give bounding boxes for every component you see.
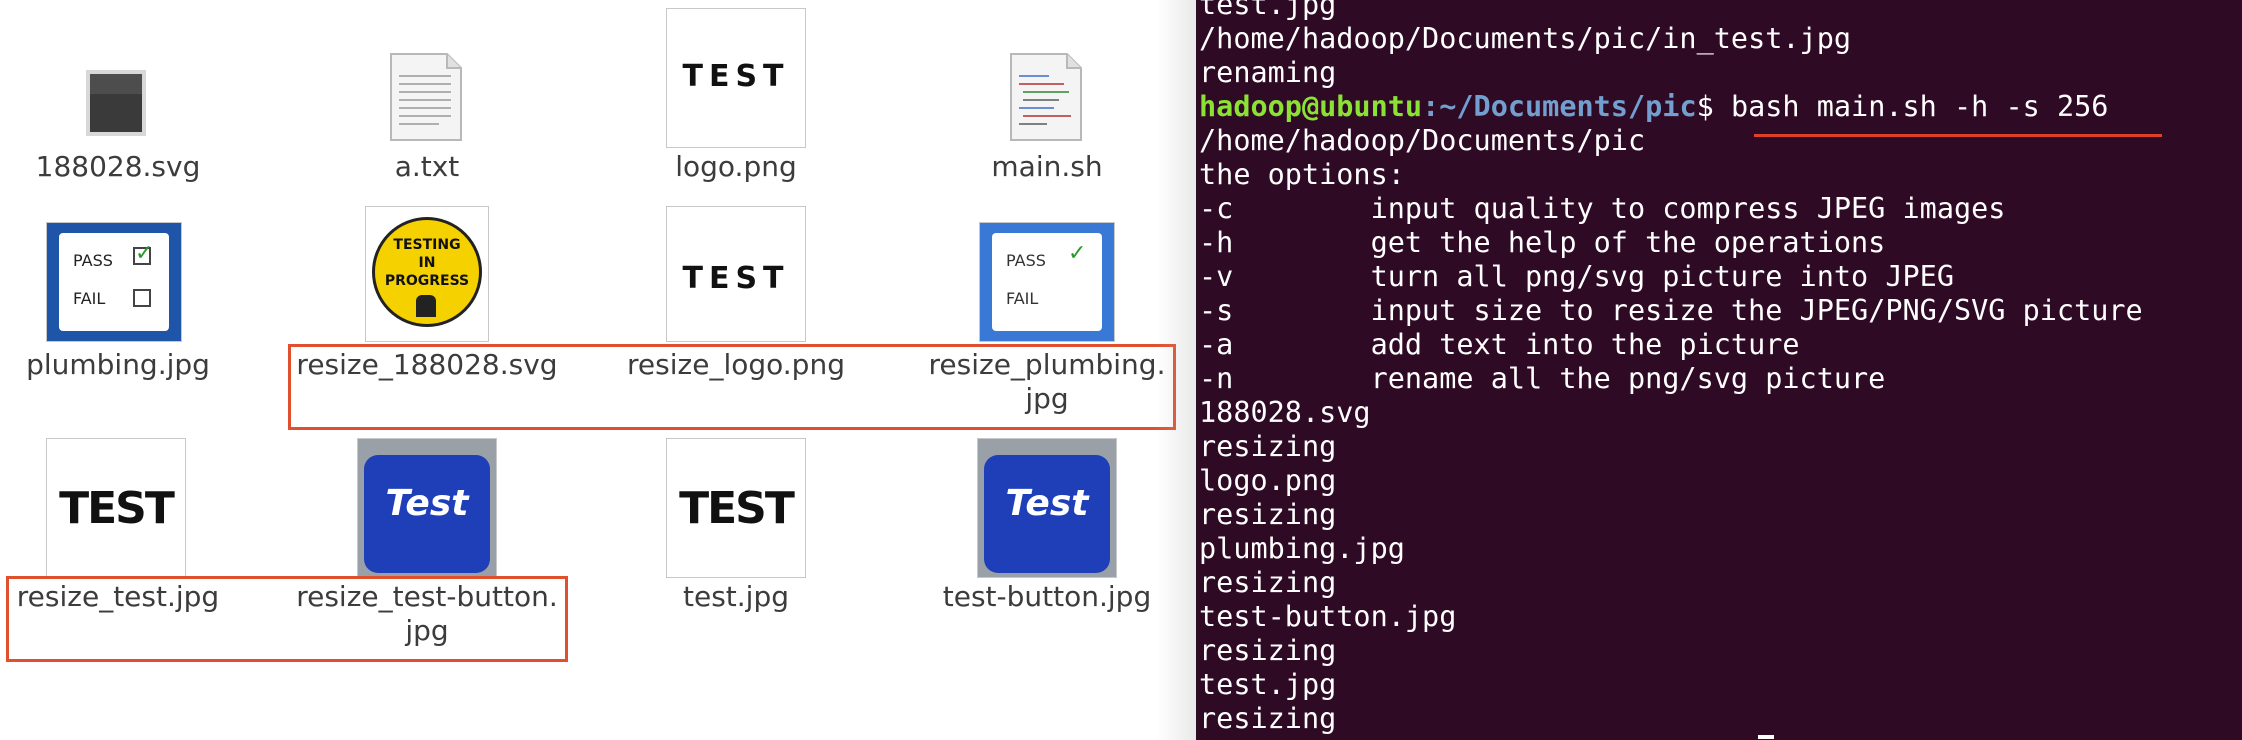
pass-fail-thumbnail-icon: PASS FAIL ✓	[46, 222, 182, 342]
test-text-thumbnail-icon: TEST	[46, 438, 186, 578]
test-logo-thumbnail-icon: TEST	[666, 206, 806, 342]
thumb-text: Test	[1005, 483, 1089, 524]
file-manager-icon-view: 188028.svg a.txt TEST logo.png main.sh P…	[0, 0, 1196, 740]
thumb-text: TEST	[682, 261, 790, 296]
terminal-line: test.jpg	[1199, 0, 1337, 21]
testing-in-progress-thumbnail-icon: TESTING IN PROGRESS	[365, 206, 489, 342]
terminal-line: resizing	[1199, 566, 1337, 599]
terminal-line: /home/hadoop/Documents/pic	[1199, 124, 1646, 157]
file-name: a.txt	[394, 150, 460, 183]
terminal-window[interactable]: test.jpg/home/hadoop/Documents/pic/in_te…	[1196, 0, 2242, 740]
monitor-thumbnail-icon	[84, 68, 148, 138]
highlight-box-resized-row	[288, 344, 1176, 430]
terminal-line: plumbing.jpg	[1199, 532, 1405, 565]
terminal-line: logo.png	[1199, 464, 1337, 497]
thumb-text: TEST	[679, 483, 795, 534]
file-name: logo.png	[675, 150, 797, 183]
terminal-line: -a add text into the picture	[1199, 328, 1800, 361]
terminal-line: -s input size to resize the JPEG/PNG/SVG…	[1199, 294, 2143, 327]
worker-icon	[416, 295, 436, 317]
file-name: test-button.jpg	[942, 580, 1152, 613]
terminal-line: the options:	[1199, 158, 1405, 191]
prompt-user: hadoop@ubuntu	[1199, 90, 1423, 123]
thumb-text: FAIL	[1006, 289, 1039, 308]
terminal-line: resizing	[1199, 498, 1337, 531]
thumb-text: Test	[385, 483, 469, 524]
file-name: plumbing.jpg	[26, 348, 210, 381]
terminal-cursor	[1758, 735, 1774, 739]
terminal-line: -n rename all the png/svg picture	[1199, 362, 1886, 395]
terminal-command: bash main.sh -h -s 256	[1730, 90, 2109, 123]
terminal-line: 188028.svg	[1199, 396, 1371, 429]
text-document-icon	[389, 52, 463, 142]
command-highlight-underline	[1754, 134, 2162, 137]
thumb-text: TESTING	[393, 237, 461, 253]
terminal-line: -h get the help of the operations	[1199, 226, 1886, 259]
terminal-line: resizing	[1199, 702, 1337, 735]
file-name: main.sh	[991, 150, 1103, 183]
test-key-thumbnail-icon: Test	[977, 438, 1117, 578]
prompt-path: :~/Documents/pic	[1422, 90, 1697, 123]
thumb-text: PROGRESS	[384, 273, 470, 289]
terminal-prompt-line: hadoop@ubuntu:~/Documents/pic$ bash main…	[1199, 90, 2143, 124]
test-key-thumbnail-icon: Test	[357, 438, 497, 578]
thumb-text: PASS	[1006, 251, 1046, 270]
pass-fail-thumbnail-icon: PASS FAIL ✓	[979, 222, 1115, 342]
terminal-line: /home/hadoop/Documents/pic/in_test.jpg	[1199, 22, 1852, 55]
terminal-line: test-button.jpg	[1199, 600, 1457, 633]
thumb-text: PASS	[73, 251, 113, 270]
terminal-line: test.jpg	[1199, 668, 1337, 701]
file-name: test.jpg	[683, 580, 789, 613]
file-name: 188028.svg	[35, 150, 201, 183]
highlight-box-resized-tests	[6, 576, 568, 662]
terminal-line: resizing	[1199, 430, 1337, 463]
terminal-line: resizing	[1199, 634, 1337, 667]
terminal-line: -v turn all png/svg picture into JPEG	[1199, 260, 1954, 293]
thumb-text: TEST	[682, 59, 790, 94]
checkbox-icon	[133, 289, 151, 307]
thumb-text: TEST	[59, 483, 175, 534]
thumb-text: IN	[418, 255, 436, 271]
terminal-output: test.jpg/home/hadoop/Documents/pic/in_te…	[1199, 0, 2143, 736]
thumb-text: FAIL	[73, 289, 106, 308]
terminal-line: -c input quality to compress JPEG images	[1199, 192, 2006, 225]
test-text-thumbnail-icon: TEST	[666, 438, 806, 578]
script-document-icon	[1009, 52, 1083, 142]
test-logo-thumbnail-icon: TEST	[666, 8, 806, 148]
prompt-symbol: $	[1696, 90, 1731, 123]
terminal-line: renaming	[1199, 56, 1337, 89]
